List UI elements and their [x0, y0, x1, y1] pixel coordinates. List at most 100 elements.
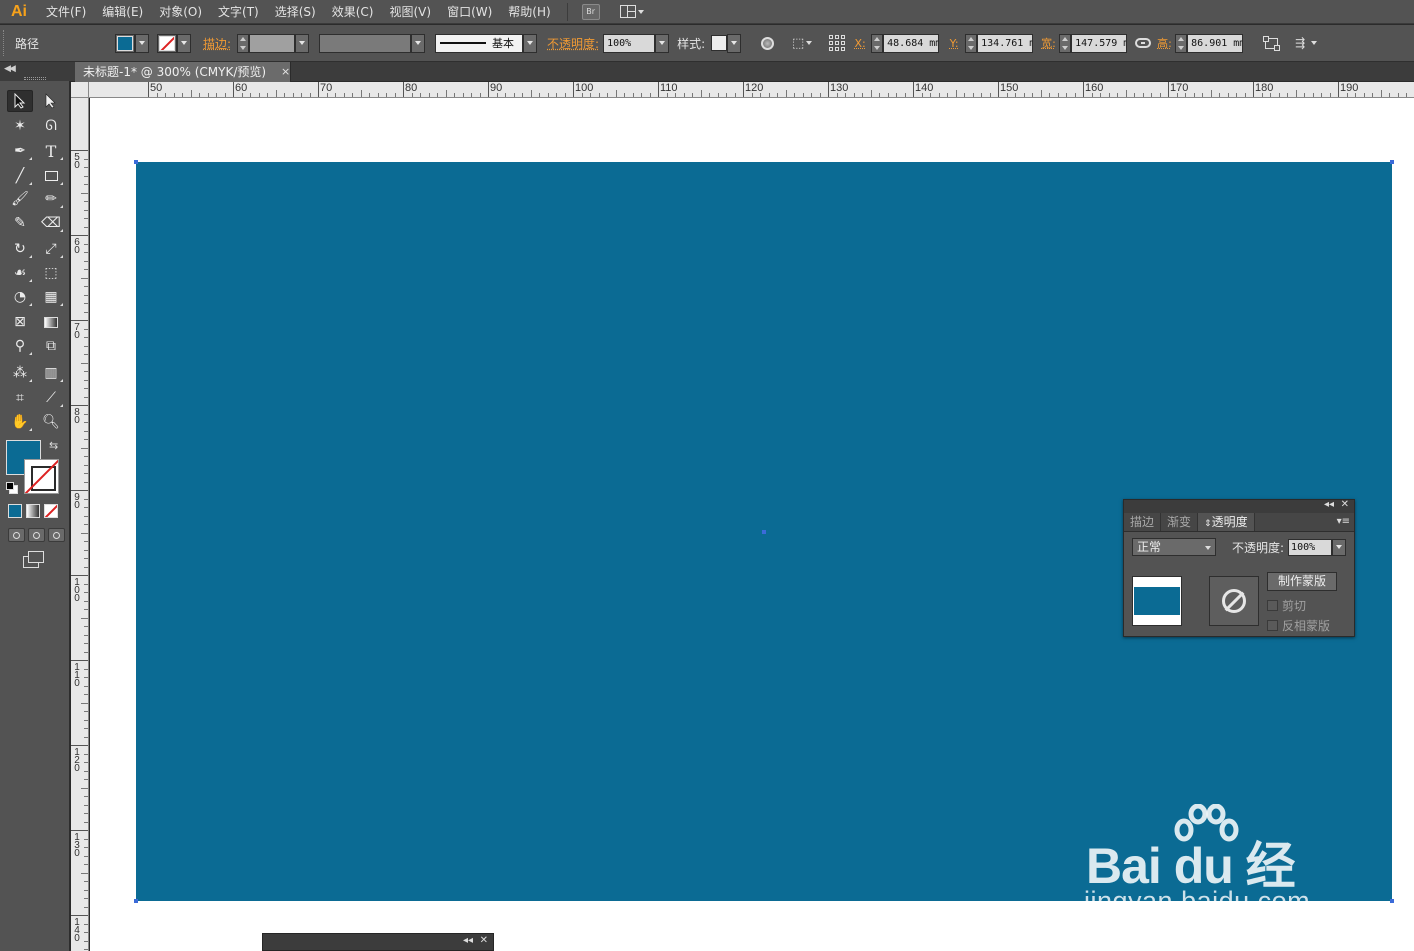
document-tab[interactable]: 未标题-1* @ 300% (CMYK/预览) × [75, 62, 291, 82]
tab-gradient[interactable]: 渐变 [1161, 513, 1198, 531]
brush-definition-dropdown[interactable] [523, 34, 537, 53]
selection-tool[interactable] [7, 90, 33, 112]
tab-transparency[interactable]: ⇕透明度 [1198, 513, 1255, 531]
gradient-tool[interactable] [38, 311, 64, 333]
anchor-point[interactable] [1390, 160, 1394, 164]
bridge-button[interactable]: Br [582, 4, 600, 20]
stroke-weight-label[interactable]: 描边: [203, 35, 231, 52]
floating-panel-bar[interactable]: ◂◂ ✕ [262, 933, 494, 951]
width-label[interactable]: 宽: [1041, 35, 1055, 51]
opacity-label[interactable]: 不透明度: [547, 35, 599, 52]
x-field[interactable]: 48.684 mm [883, 34, 939, 53]
object-thumbnail[interactable] [1132, 576, 1182, 626]
fill-dropdown[interactable] [135, 34, 149, 53]
mesh-tool[interactable]: ⊠ [7, 311, 33, 333]
control-panel-menu[interactable]: ⇶ [1291, 33, 1321, 53]
reference-point-button[interactable] [827, 33, 847, 53]
variable-width-dropdown[interactable] [411, 34, 425, 53]
magic-wand-tool[interactable]: ✶ [7, 115, 33, 137]
menu-window[interactable]: 窗口(W) [439, 0, 500, 24]
direct-selection-tool[interactable] [38, 90, 64, 112]
draw-inside-button[interactable] [48, 528, 65, 542]
panel-menu-icon[interactable]: ▾≡ [1337, 516, 1350, 527]
close-icon[interactable]: ✕ [1341, 499, 1349, 510]
eraser-tool[interactable]: ⌫ [38, 212, 64, 234]
draw-behind-button[interactable] [28, 528, 45, 542]
anchor-point[interactable] [134, 160, 138, 164]
default-fill-stroke-icon[interactable] [6, 482, 16, 492]
gradient-mode-button[interactable] [26, 504, 40, 518]
brush-definition[interactable]: 基本 [435, 34, 523, 53]
draw-normal-button[interactable] [8, 528, 25, 542]
ruler-origin[interactable] [71, 82, 89, 98]
close-icon[interactable]: × [281, 62, 290, 82]
y-stepper[interactable] [965, 34, 977, 53]
stroke-weight-dropdown[interactable] [295, 34, 309, 53]
close-icon[interactable]: ✕ [480, 935, 488, 946]
horizontal-ruler[interactable]: 50 60 70 80 90 100 110 120 130 140 150 160 170 180 190 [89, 82, 1414, 98]
height-field[interactable]: 86.901 mm [1187, 34, 1243, 53]
scale-tool[interactable]: ⤢ [38, 238, 64, 260]
stroke-swatch-large[interactable] [24, 459, 59, 494]
zoom-tool[interactable]: 🔍︎ [38, 411, 64, 433]
hand-tool[interactable]: ✋ [7, 411, 33, 433]
stroke-dropdown[interactable] [177, 34, 191, 53]
type-tool[interactable]: T [38, 140, 64, 162]
y-field[interactable]: 134.761 mm [977, 34, 1033, 53]
none-mode-button[interactable] [44, 504, 58, 518]
free-transform-tool[interactable]: ⬚ [38, 262, 64, 284]
stroke-weight-field[interactable] [249, 34, 295, 53]
menu-help[interactable]: 帮助(H) [500, 0, 558, 24]
tab-stroke[interactable]: 描边 [1124, 513, 1161, 531]
menu-effect[interactable]: 效果(C) [324, 0, 382, 24]
menu-file[interactable]: 文件(F) [38, 0, 94, 24]
menu-view[interactable]: 视图(V) [381, 0, 439, 24]
constrain-proportions-button[interactable] [1133, 33, 1153, 53]
make-mask-button[interactable]: 制作蒙版 [1267, 572, 1337, 591]
collapse-panels-icon[interactable]: ◀◀ [4, 64, 14, 74]
recolor-artwork-button[interactable] [757, 33, 777, 53]
menu-edit[interactable]: 编辑(E) [94, 0, 151, 24]
y-label[interactable]: Y: [947, 37, 961, 50]
stroke-color-control[interactable] [157, 34, 191, 53]
invert-mask-checkbox[interactable] [1267, 620, 1278, 631]
graphic-style-swatch[interactable] [711, 35, 727, 51]
pencil-tool[interactable]: ✏ [38, 188, 64, 210]
panel-opacity-field[interactable]: 100% [1288, 539, 1332, 556]
tools-panel-grip[interactable] [24, 77, 46, 80]
eyedropper-tool[interactable]: ⚲ [7, 335, 33, 357]
clip-option[interactable]: 剪切 [1267, 597, 1306, 614]
control-bar-grip[interactable] [3, 30, 7, 56]
collapse-panel-icon[interactable]: ◂◂ [1324, 499, 1334, 510]
slice-tool[interactable]: ⟋ [38, 387, 64, 409]
shape-builder-tool[interactable]: ◔ [7, 286, 33, 308]
panel-title-bar[interactable]: ◂◂ ✕ [1124, 500, 1354, 513]
width-stepper[interactable] [1059, 34, 1071, 53]
panel-opacity-dropdown[interactable] [1332, 539, 1346, 556]
stroke-weight-stepper[interactable] [237, 34, 249, 53]
blob-brush-tool[interactable]: ✎ [7, 212, 33, 234]
paintbrush-tool[interactable]: 🖌 [7, 188, 33, 210]
menu-select[interactable]: 选择(S) [267, 0, 324, 24]
align-to-button[interactable]: ⬚ [789, 33, 815, 53]
anchor-point[interactable] [134, 899, 138, 903]
screen-mode-icon[interactable] [23, 551, 43, 567]
height-stepper[interactable] [1175, 34, 1187, 53]
lasso-tool[interactable]: ᘏ [38, 115, 64, 137]
opacity-field[interactable]: 100% [603, 34, 655, 53]
column-graph-tool[interactable]: ▥ [38, 362, 64, 384]
vertical-ruler[interactable]: 50 60 70 80 90 100 110 120 130 140 [71, 98, 89, 951]
fill-color-control[interactable] [115, 34, 149, 53]
width-field[interactable]: 147.579 mm [1071, 34, 1127, 53]
swap-fill-stroke-icon[interactable]: ⇆ [49, 439, 58, 452]
perspective-grid-tool[interactable]: ▦ [38, 286, 64, 308]
transform-button[interactable] [1261, 33, 1281, 53]
collapse-panel-icon[interactable]: ◂◂ [463, 935, 473, 946]
invert-mask-option[interactable]: 反相蒙版 [1267, 617, 1330, 634]
x-stepper[interactable] [871, 34, 883, 53]
opacity-dropdown[interactable] [655, 34, 669, 53]
x-label[interactable]: X: [853, 37, 867, 50]
blend-mode-select[interactable]: 正常 [1132, 538, 1216, 556]
blend-tool[interactable]: ⧉ [38, 335, 64, 357]
workspace-switcher[interactable] [620, 5, 644, 18]
